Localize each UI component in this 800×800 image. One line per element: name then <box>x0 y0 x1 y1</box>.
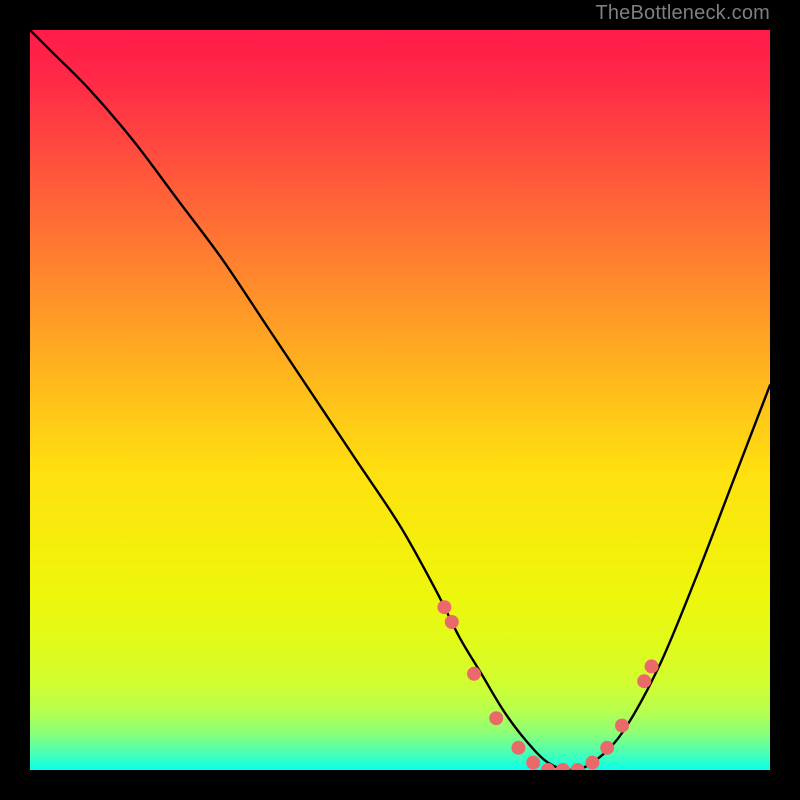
marker-dot <box>571 763 585 770</box>
marker-dot <box>645 659 659 673</box>
marker-dot <box>600 741 614 755</box>
highlight-markers <box>437 600 658 770</box>
attribution-label: TheBottleneck.com <box>595 2 770 25</box>
marker-dot <box>489 711 503 725</box>
chart-svg <box>30 30 770 770</box>
marker-dot <box>526 756 540 770</box>
marker-dot <box>511 741 525 755</box>
marker-dot <box>541 763 555 770</box>
bottleneck-curve <box>30 30 770 770</box>
marker-dot <box>585 756 599 770</box>
marker-dot <box>467 667 481 681</box>
marker-dot <box>637 674 651 688</box>
curve-layer <box>30 30 770 770</box>
chart-container: TheBottleneck.com <box>0 0 800 800</box>
marker-dot <box>437 600 451 614</box>
marker-dot <box>615 719 629 733</box>
plot-area <box>30 30 770 770</box>
marker-dot <box>445 615 459 629</box>
marker-dot <box>556 763 570 770</box>
